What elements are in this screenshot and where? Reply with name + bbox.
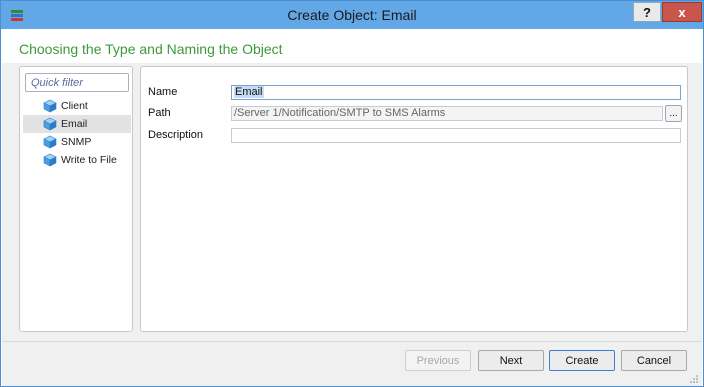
cube-icon (43, 117, 57, 131)
cube-icon (43, 153, 57, 167)
cancel-button[interactable]: Cancel (621, 350, 687, 371)
type-item-label: Email (61, 118, 88, 130)
cube-icon (43, 135, 57, 149)
object-type-panel: Client Email SNMP (19, 66, 133, 332)
ellipsis-icon: ... (669, 107, 678, 119)
type-item-label: Write to File (61, 154, 117, 166)
type-item-email[interactable]: Email (23, 115, 131, 133)
title-bar[interactable]: Create Object: Email ? x (1, 1, 703, 29)
type-item-label: Client (61, 100, 88, 112)
cube-icon (43, 99, 57, 113)
help-button[interactable]: ? (633, 2, 661, 22)
wizard-header: Choosing the Type and Naming the Object (2, 29, 702, 65)
close-icon: x (678, 4, 686, 20)
object-type-list: Client Email SNMP Write to File (20, 97, 132, 169)
previous-button[interactable]: Previous (405, 350, 471, 371)
path-field[interactable]: /Server 1/Notification/SMTP to SMS Alarm… (231, 106, 663, 121)
type-item-snmp[interactable]: SNMP (23, 133, 131, 151)
content-area: Client Email SNMP (2, 63, 702, 341)
name-value: Email (234, 86, 264, 98)
type-item-write-to-file[interactable]: Write to File (23, 151, 131, 169)
type-item-client[interactable]: Client (23, 97, 131, 115)
close-button[interactable]: x (662, 2, 702, 22)
object-properties-panel: Name Email Path /Server 1/Notification/S… (140, 66, 688, 332)
dialog-footer: Previous Next Create Cancel (2, 341, 702, 386)
help-icon: ? (643, 4, 651, 20)
description-field[interactable] (231, 128, 681, 143)
window-title: Create Object: Email (287, 7, 417, 23)
resize-grip-icon[interactable] (689, 374, 699, 384)
name-field[interactable]: Email (231, 85, 681, 100)
browse-path-button[interactable]: ... (665, 105, 682, 122)
quick-filter-input[interactable] (25, 73, 129, 92)
page-heading: Choosing the Type and Naming the Object (19, 41, 283, 57)
next-button[interactable]: Next (478, 350, 544, 371)
name-label: Name (148, 86, 178, 98)
description-label: Description (148, 129, 204, 141)
create-button[interactable]: Create (549, 350, 615, 371)
path-label: Path (148, 107, 171, 119)
type-item-label: SNMP (61, 136, 92, 148)
create-object-dialog: Create Object: Email ? x Choosing the Ty… (0, 0, 704, 387)
